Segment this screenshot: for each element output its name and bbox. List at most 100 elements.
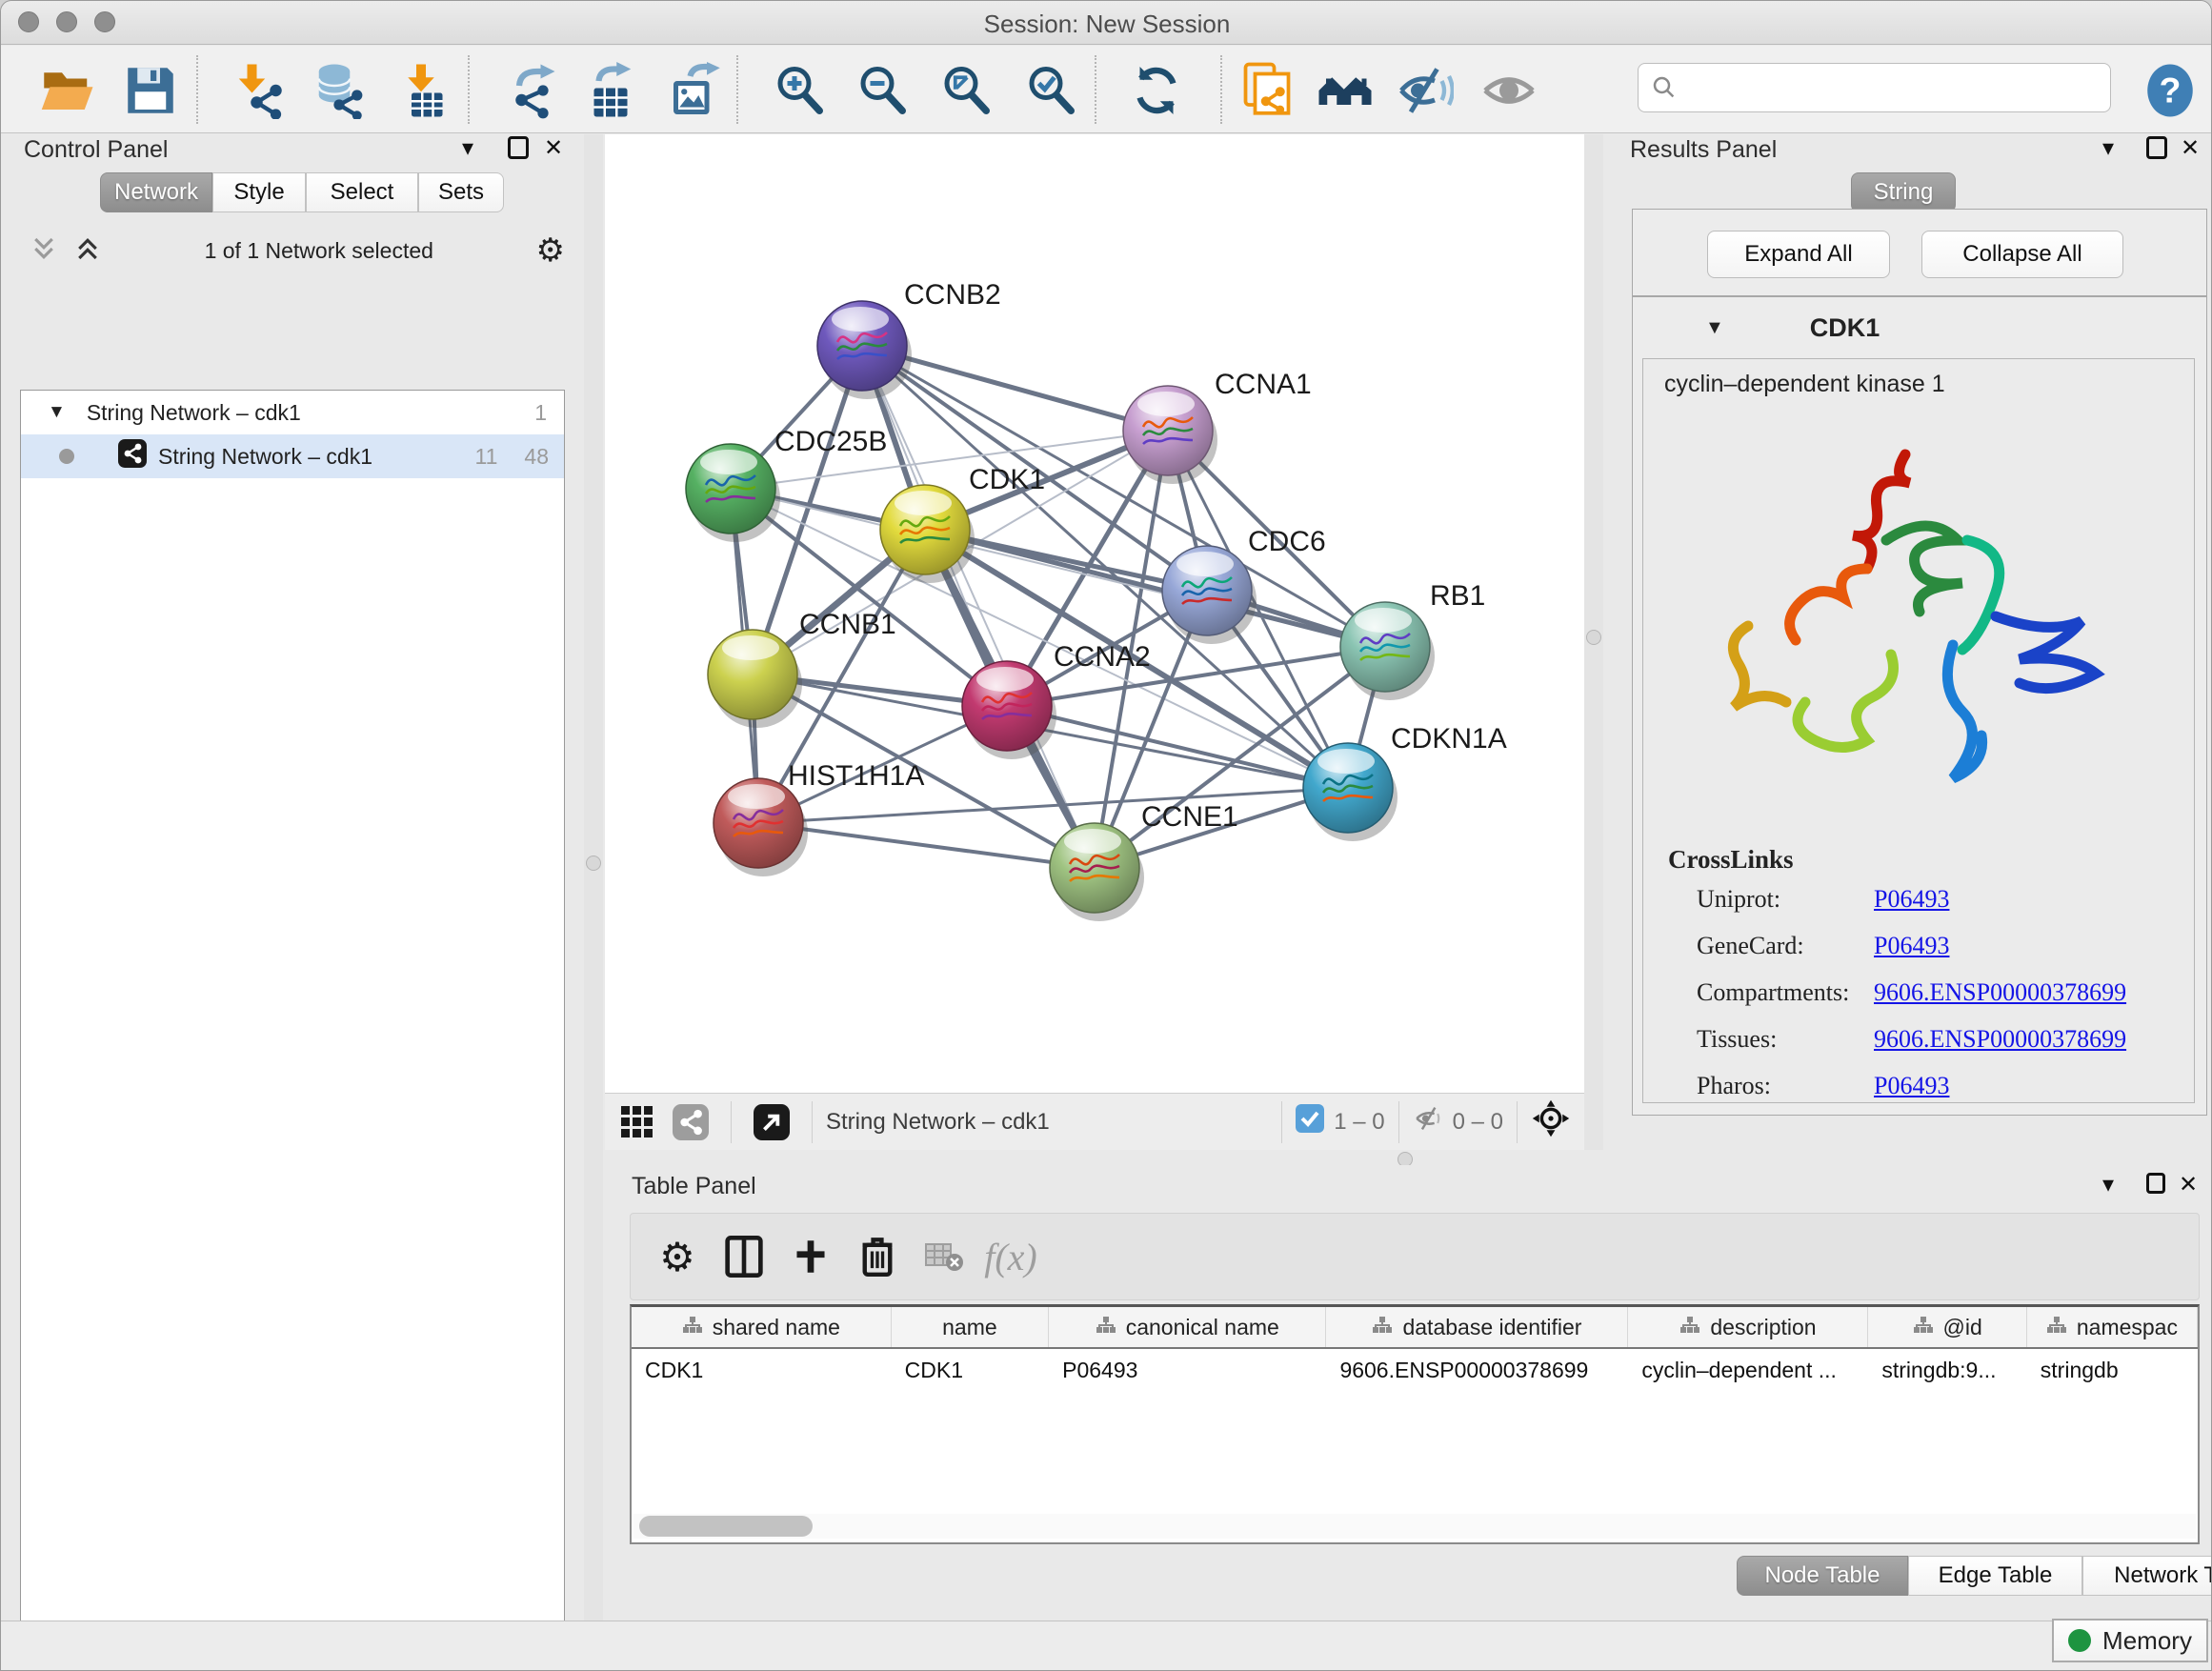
zoom-selected-region-icon[interactable] (1019, 59, 1082, 122)
tab-edge-table[interactable]: Edge Table (1908, 1556, 2082, 1596)
right-splitter[interactable] (1584, 134, 1603, 1150)
string-query-icon[interactable] (1236, 59, 1298, 122)
open-session-icon[interactable] (35, 59, 98, 122)
import-network-from-database-icon[interactable] (308, 59, 371, 122)
network-share-icon[interactable] (664, 1092, 717, 1153)
export-table-icon[interactable] (579, 59, 642, 122)
cdk1-collapse-icon[interactable]: ▼ (1705, 317, 1724, 339)
zoom-fit-content-icon[interactable] (935, 59, 997, 122)
birdseye-view-icon[interactable] (745, 1092, 798, 1153)
grid-view-icon[interactable] (611, 1092, 664, 1153)
import-network-from-file-icon[interactable] (228, 59, 291, 122)
show-columns-icon[interactable] (711, 1226, 777, 1287)
network-row[interactable]: String Network – cdk1 11 48 (21, 434, 564, 478)
protein-structure-image[interactable] (1710, 426, 2129, 840)
collection-expand-icon[interactable]: ▼ (48, 402, 66, 423)
column-header-name[interactable]: name (892, 1307, 1049, 1347)
tab-style[interactable]: Style (212, 172, 306, 212)
memory-button[interactable]: Memory (2052, 1619, 2208, 1662)
network-collection-row[interactable]: ▼ String Network – cdk1 1 (21, 391, 564, 434)
export-network-icon[interactable] (502, 59, 565, 122)
hide-panel-eye-slash-icon[interactable] (1394, 59, 1457, 122)
column-header-@id[interactable]: @id (1868, 1307, 2026, 1347)
column-header-label: namespac (2077, 1315, 2178, 1340)
table-panel-float-icon[interactable]: ▾ (2102, 1171, 2114, 1198)
table-cell[interactable]: CDK1 (632, 1349, 892, 1391)
show-panel-eye-icon[interactable] (1478, 59, 1540, 122)
tab-sets[interactable]: Sets (418, 172, 504, 212)
search-input[interactable] (1638, 63, 2111, 112)
export-image-icon[interactable] (661, 59, 724, 122)
tab-select[interactable]: Select (306, 172, 418, 212)
column-header-description[interactable]: description (1628, 1307, 1868, 1347)
crosslink-link[interactable]: 9606.ENSP00000378699 (1874, 978, 2126, 1007)
table-cell[interactable]: stringdb:9... (1868, 1349, 2026, 1391)
collapse-all-button[interactable]: Collapse All (1921, 231, 2123, 278)
delete-table-icon[interactable] (911, 1226, 977, 1287)
crosslinks-list: Uniprot:P06493GeneCard:P06493Compartment… (1697, 885, 2173, 1118)
control-panel-maximize-icon[interactable] (508, 136, 529, 159)
table-horizontal-scrollbar[interactable] (633, 1514, 2196, 1539)
delete-column-trash-icon[interactable] (844, 1226, 911, 1287)
tab-network[interactable]: Network (100, 172, 212, 212)
import-table-from-file-icon[interactable] (394, 59, 457, 122)
selected-checkbox-icon[interactable] (1296, 1104, 1324, 1139)
network-node-CCNB1[interactable]: CCNB1 (708, 609, 896, 728)
table-panel-maximize-icon[interactable] (2146, 1173, 2165, 1194)
crosslink-link[interactable]: P06493 (1874, 932, 1949, 960)
crosslink-link[interactable]: P06493 (1874, 885, 1949, 914)
hidden-eye-slash-icon[interactable] (1413, 1102, 1445, 1141)
tab-node-table[interactable]: Node Table (1737, 1556, 1908, 1596)
help-icon[interactable]: ? (2139, 59, 2202, 122)
results-panel-close-icon[interactable]: ✕ (2181, 134, 2200, 162)
fit-selected-crosshair-icon[interactable] (1531, 1098, 1571, 1145)
zoom-in-icon[interactable] (768, 59, 831, 122)
column-header-label: name (942, 1315, 997, 1340)
control-panel-close-icon[interactable]: ✕ (544, 134, 563, 162)
results-panel-float-icon[interactable]: ▾ (2102, 134, 2114, 162)
scrollbar-thumb[interactable] (639, 1516, 813, 1537)
table-cell[interactable]: 9606.ENSP00000378699 (1326, 1349, 1628, 1391)
network-node-CDC25B[interactable]: CDC25B (686, 426, 887, 542)
network-canvas[interactable]: CCNB2CCNA1CDC25BCDK1CDC6RB1CCNB1CCNA2CDK… (605, 134, 1584, 1093)
expand-all-chevron-icon[interactable] (73, 234, 102, 268)
column-header-database-identifier[interactable]: database identifier (1326, 1307, 1628, 1347)
crosslink-row: GeneCard:P06493 (1697, 932, 2173, 960)
left-splitter[interactable] (584, 134, 603, 1621)
table-cell[interactable]: cyclin–dependent ... (1628, 1349, 1868, 1391)
network-node-CDK1[interactable]: CDK1 (880, 464, 1045, 583)
column-header-shared-name[interactable]: shared name (632, 1307, 892, 1347)
create-column-plus-icon[interactable] (777, 1226, 844, 1287)
tab-network-table[interactable]: Network Table (2082, 1556, 2212, 1596)
collapse-all-chevron-icon[interactable] (30, 234, 58, 268)
crosslink-link[interactable]: 9606.ENSP00000378699 (1874, 1025, 2126, 1054)
column-header-namespac[interactable]: namespac (2027, 1307, 2198, 1347)
results-panel-maximize-icon[interactable] (2146, 136, 2167, 159)
table-panel-close-icon[interactable]: ✕ (2179, 1171, 2198, 1198)
cdk1-section-header[interactable]: ▼ CDK1 (1633, 305, 2208, 351)
refresh-icon[interactable] (1125, 59, 1188, 122)
table-row[interactable]: CDK1CDK1P064939606.ENSP00000378699cyclin… (632, 1349, 2198, 1391)
network-node-CCNE1[interactable]: CCNE1 (1050, 801, 1238, 921)
tab-string[interactable]: String (1851, 172, 1956, 212)
column-header-canonical-name[interactable]: canonical name (1049, 1307, 1326, 1347)
network-node-CCNA1[interactable]: CCNA1 (1123, 369, 1312, 484)
zoom-out-icon[interactable] (851, 59, 914, 122)
home-icon[interactable] (1314, 59, 1377, 122)
expand-all-button[interactable]: Expand All (1707, 231, 1890, 278)
save-session-icon[interactable] (119, 59, 182, 122)
left-splitter-handle[interactable] (586, 856, 601, 871)
control-panel-float-icon[interactable]: ▾ (462, 134, 473, 162)
network-node-CDKN1A[interactable]: CDKN1A (1303, 723, 1507, 841)
network-edge-count: 48 (524, 444, 549, 470)
network-edge-HIST1H1A-CCNE1[interactable] (758, 823, 1095, 868)
table-cell[interactable]: stringdb (2027, 1349, 2198, 1391)
network-options-gear-icon[interactable]: ⚙ (536, 232, 565, 270)
table-options-gear-icon[interactable]: ⚙ (644, 1226, 711, 1287)
network-node-RB1[interactable]: RB1 (1340, 580, 1485, 700)
right-splitter-handle[interactable] (1586, 630, 1601, 645)
table-cell[interactable]: CDK1 (892, 1349, 1049, 1391)
function-builder-icon[interactable]: f(x) (977, 1226, 1044, 1287)
table-cell[interactable]: P06493 (1049, 1349, 1326, 1391)
crosslink-link[interactable]: P06493 (1874, 1072, 1949, 1100)
